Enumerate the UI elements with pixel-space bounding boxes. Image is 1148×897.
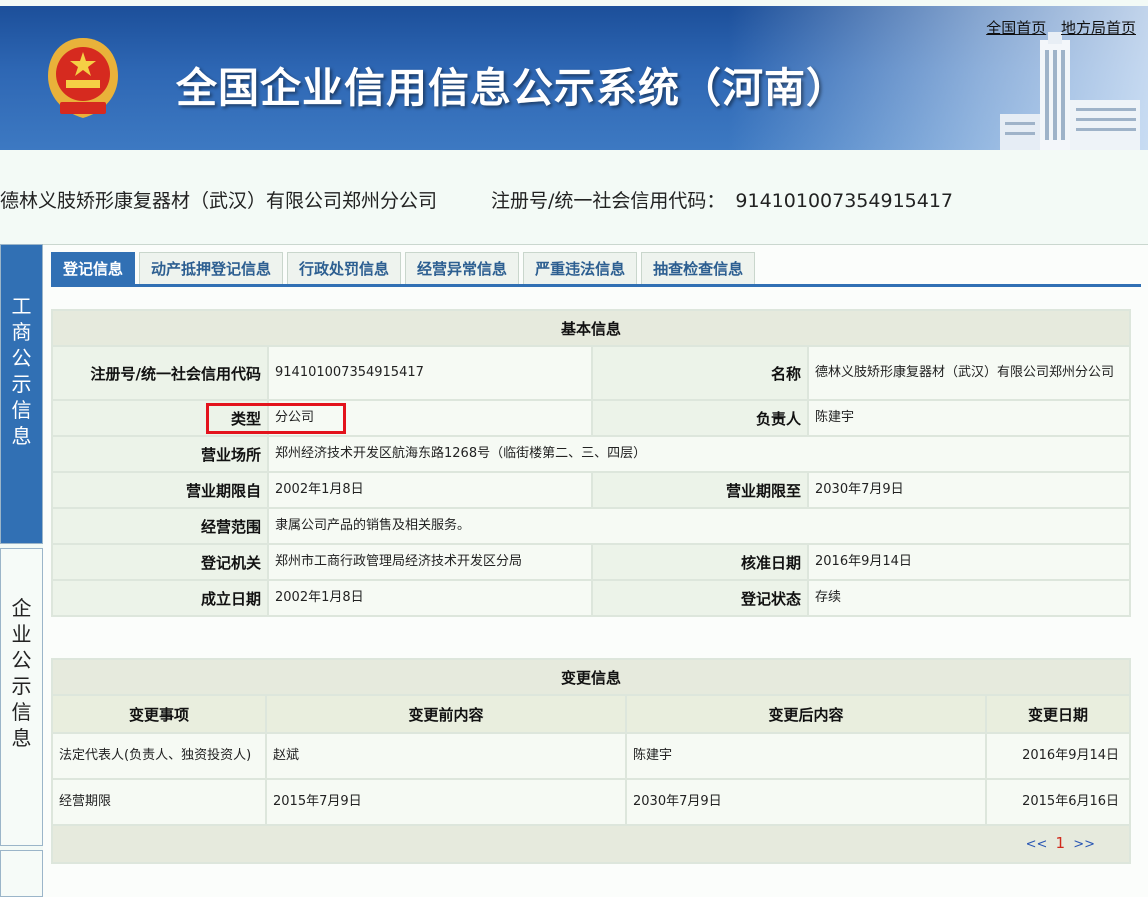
side-tab-enterprise-label: 企业公示信息	[11, 596, 32, 750]
side-tab-business-label: 工商公示信息	[11, 294, 32, 448]
change-date: 2016年9月14日	[984, 732, 1132, 780]
approve-date-label: 核准日期	[591, 543, 809, 581]
col-after: 变更后内容	[625, 694, 987, 734]
header-banner: 全国企业信用信息公示系统（河南） 全国首页 地方局首页	[0, 6, 1148, 150]
pagination-page[interactable]: 1	[1056, 834, 1066, 852]
after-content: 陈建宇	[625, 732, 987, 780]
before-content: 赵斌	[265, 732, 627, 780]
status-label: 登记状态	[591, 579, 809, 617]
col-before: 变更前内容	[265, 694, 627, 734]
type-value: 分公司	[267, 399, 593, 437]
address-value: 郑州经济技术开发区航海东路1268号（临街楼第二、三、四层）	[266, 435, 1132, 473]
tab-spot-check[interactable]: 抽查检查信息	[641, 252, 756, 284]
tab-serious-violation[interactable]: 严重违法信息	[523, 252, 638, 284]
after-content: 2030年7月9日	[625, 778, 987, 826]
col-change-item: 变更事项	[51, 694, 267, 734]
basic-info-table: 基本信息 注册号/统一社会信用代码 914101007354915417 名称 …	[50, 309, 1132, 617]
status-value: 存续	[806, 579, 1132, 617]
leader-value: 陈建宇	[806, 399, 1132, 437]
change-date: 2015年6月16日	[984, 778, 1132, 826]
side-tab-enterprise-info[interactable]: 企业公示信息	[0, 548, 43, 846]
tab-abnormal-operation[interactable]: 经营异常信息	[405, 252, 520, 284]
reg-code-label: 注册号/统一社会信用代码	[51, 345, 269, 401]
link-local-home[interactable]: 地方局首页	[1061, 19, 1136, 37]
tab-bar: 登记信息 动产抵押登记信息 行政处罚信息 经营异常信息 严重违法信息 抽查检查信…	[51, 252, 756, 284]
approve-date-value: 2016年9月14日	[806, 543, 1132, 581]
national-emblem-icon	[48, 38, 118, 118]
tab-underline	[51, 284, 1141, 287]
authority-label: 登记机关	[51, 543, 269, 581]
side-tab-more[interactable]	[0, 850, 43, 897]
company-heading: 德林义肢矫形康复器材（武汉）有限公司郑州分公司 注册号/统一社会信用代码： 9141…	[0, 186, 953, 213]
found-date-label: 成立日期	[51, 579, 269, 617]
found-date-value: 2002年1月8日	[267, 579, 593, 617]
side-tab-business-info[interactable]: 工商公示信息	[0, 244, 43, 544]
authority-value: 郑州市工商行政管理局经济技术开发区分局	[267, 543, 593, 581]
name-value: 德林义肢矫形康复器材（武汉）有限公司郑州分公司	[806, 345, 1132, 401]
scope-value: 隶属公司产品的销售及相关服务。	[266, 507, 1132, 545]
leader-label: 负责人	[591, 399, 809, 437]
company-reg-label: 注册号/统一社会信用代码：	[491, 190, 726, 212]
link-national-home[interactable]: 全国首页	[986, 19, 1046, 37]
pagination-prev[interactable]: <<	[1026, 837, 1048, 852]
reg-code-value: 914101007354915417	[267, 345, 593, 401]
term-to-label: 营业期限至	[591, 471, 809, 509]
scope-label: 经营范围	[51, 507, 269, 545]
basic-info-title: 基本信息	[50, 309, 1132, 347]
tab-admin-penalty[interactable]: 行政处罚信息	[287, 252, 402, 284]
top-links: 全国首页 地方局首页	[976, 17, 1136, 38]
table-row: 法定代表人(负责人、独资投资人) 赵斌 陈建宇 2016年9月14日	[51, 732, 1132, 780]
change-info-title: 变更信息	[50, 658, 1132, 696]
tab-chattel-mortgage[interactable]: 动产抵押登记信息	[139, 252, 284, 284]
company-name: 德林义肢矫形康复器材（武汉）有限公司郑州分公司	[0, 190, 438, 212]
term-to-value: 2030年7月9日	[806, 471, 1132, 509]
table-row: 经营期限 2015年7月9日 2030年7月9日 2015年6月16日	[51, 778, 1132, 826]
tab-registration[interactable]: 登记信息	[51, 252, 136, 284]
pagination-next[interactable]: >>	[1073, 837, 1095, 852]
address-label: 营业场所	[51, 435, 269, 473]
name-label: 名称	[591, 345, 809, 401]
content-panel: 登记信息 动产抵押登记信息 行政处罚信息 经营异常信息 严重违法信息 抽查检查信…	[43, 244, 1148, 897]
type-label: 类型	[51, 399, 269, 437]
building-icon	[1000, 32, 1140, 150]
before-content: 2015年7月9日	[265, 778, 627, 826]
company-reg-value: 914101007354915417	[735, 190, 954, 212]
pagination: << 1 >>	[50, 824, 1132, 864]
col-change-date: 变更日期	[984, 694, 1132, 734]
site-title: 全国企业信用信息公示系统（河南）	[176, 64, 848, 112]
term-from-label: 营业期限自	[51, 471, 269, 509]
change-item: 经营期限	[51, 778, 267, 826]
term-from-value: 2002年1月8日	[267, 471, 593, 509]
change-info-table: 变更信息 变更事项 变更前内容 变更后内容 变更日期 法定代表人(负责人、独资投…	[50, 658, 1132, 864]
change-item: 法定代表人(负责人、独资投资人)	[51, 732, 267, 780]
